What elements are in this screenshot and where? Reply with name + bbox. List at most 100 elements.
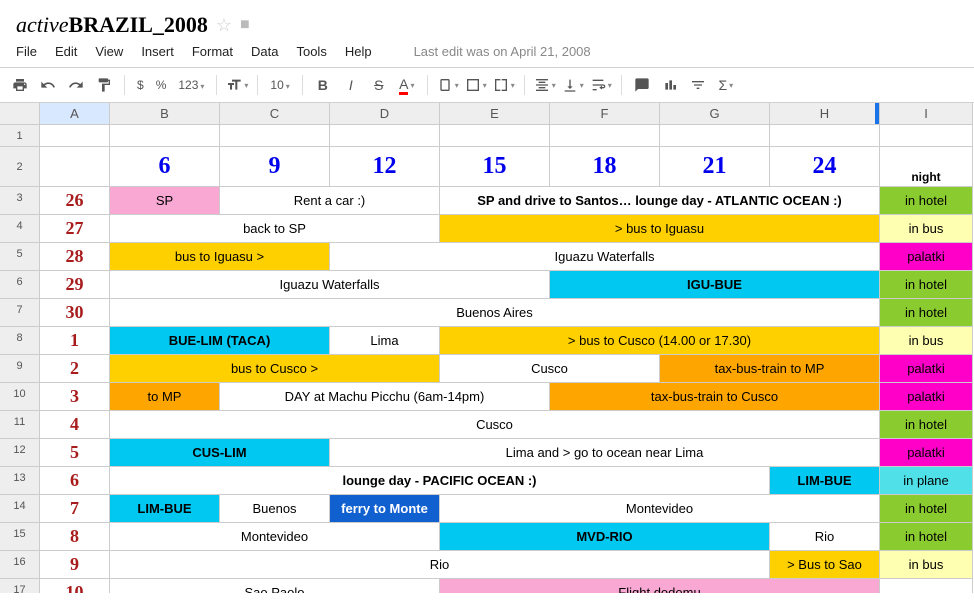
cell[interactable]: in hotel bbox=[880, 411, 973, 439]
font-family-dropdown[interactable] bbox=[225, 73, 249, 97]
functions-icon[interactable]: Σ bbox=[714, 73, 738, 97]
cell[interactable]: Rio bbox=[770, 523, 880, 551]
cell[interactable]: Cusco bbox=[110, 411, 880, 439]
cell[interactable]: Lima and > go to ocean near Lima bbox=[330, 439, 880, 467]
cell[interactable]: CUS-LIM bbox=[110, 439, 330, 467]
row-header-10[interactable]: 10 bbox=[0, 383, 40, 411]
paint-format-icon[interactable] bbox=[92, 73, 116, 97]
cell[interactable]: 2 bbox=[40, 355, 110, 383]
cell[interactable]: SP and drive to Santos… lounge day - ATL… bbox=[440, 187, 880, 215]
vertical-align-icon[interactable] bbox=[561, 73, 585, 97]
cell[interactable]: > bus to Cusco (14.00 or 17.30) bbox=[440, 327, 880, 355]
cell[interactable]: Rent a car :) bbox=[220, 187, 440, 215]
cell[interactable]: LIM-BUE bbox=[770, 467, 880, 495]
row-header-9[interactable]: 9 bbox=[0, 355, 40, 383]
strikethrough-icon[interactable]: S bbox=[367, 73, 391, 97]
row-header-14[interactable]: 14 bbox=[0, 495, 40, 523]
row-header-1[interactable]: 1 bbox=[0, 125, 40, 147]
cell[interactable]: lounge day - PACIFIC OCEAN :) bbox=[110, 467, 770, 495]
cell[interactable]: night bbox=[880, 147, 973, 187]
cell[interactable] bbox=[440, 125, 550, 147]
currency-button[interactable]: $ bbox=[133, 78, 148, 92]
row-header-11[interactable]: 11 bbox=[0, 411, 40, 439]
menu-data[interactable]: Data bbox=[251, 44, 278, 59]
cell[interactable] bbox=[880, 125, 973, 147]
cell[interactable]: 4 bbox=[40, 411, 110, 439]
cell[interactable]: to MP bbox=[110, 383, 220, 411]
cell[interactable]: palatki bbox=[880, 355, 973, 383]
cell[interactable]: 15 bbox=[440, 147, 550, 187]
menu-insert[interactable]: Insert bbox=[141, 44, 174, 59]
cell[interactable]: SP bbox=[110, 187, 220, 215]
column-header-E[interactable]: E bbox=[440, 103, 550, 125]
cell[interactable]: 6 bbox=[110, 147, 220, 187]
cell[interactable]: 21 bbox=[660, 147, 770, 187]
cell[interactable]: in hotel bbox=[880, 523, 973, 551]
folder-icon[interactable]: ■ bbox=[240, 16, 250, 34]
cell[interactable]: > Bus to Sao bbox=[770, 551, 880, 579]
cell[interactable]: Buenos bbox=[220, 495, 330, 523]
cell[interactable]: Lima bbox=[330, 327, 440, 355]
cell[interactable]: bus to Iguasu > bbox=[110, 243, 330, 271]
cell[interactable]: IGU-BUE bbox=[550, 271, 880, 299]
percent-button[interactable]: % bbox=[152, 78, 171, 92]
cell[interactable]: in bus bbox=[880, 327, 973, 355]
cell[interactable]: Rio bbox=[110, 551, 770, 579]
cell[interactable]: tax-bus-train to Cusco bbox=[550, 383, 880, 411]
text-wrap-icon[interactable] bbox=[589, 73, 613, 97]
cell[interactable]: in hotel bbox=[880, 299, 973, 327]
merge-cells-icon[interactable] bbox=[492, 73, 516, 97]
row-header-3[interactable]: 3 bbox=[0, 187, 40, 215]
print-icon[interactable] bbox=[8, 73, 32, 97]
cell[interactable]: in hotel bbox=[880, 495, 973, 523]
cell[interactable] bbox=[330, 125, 440, 147]
column-header-H[interactable]: H bbox=[770, 103, 880, 125]
cell[interactable]: 9 bbox=[220, 147, 330, 187]
menu-edit[interactable]: Edit bbox=[55, 44, 77, 59]
text-color-icon[interactable]: A bbox=[395, 73, 419, 97]
cell[interactable]: 3 bbox=[40, 383, 110, 411]
cell[interactable]: in bus bbox=[880, 551, 973, 579]
cell[interactable]: Iguazu Waterfalls bbox=[110, 271, 550, 299]
cell[interactable]: 28 bbox=[40, 243, 110, 271]
cell[interactable] bbox=[550, 125, 660, 147]
cell[interactable]: Cusco bbox=[440, 355, 660, 383]
cell[interactable] bbox=[110, 125, 220, 147]
cell[interactable]: DAY at Machu Picchu (6am-14pm) bbox=[220, 383, 550, 411]
cell[interactable]: Buenos Aires bbox=[110, 299, 880, 327]
row-header-17[interactable]: 17 bbox=[0, 579, 40, 593]
column-header-C[interactable]: C bbox=[220, 103, 330, 125]
cell[interactable] bbox=[770, 125, 880, 147]
menu-tools[interactable]: Tools bbox=[296, 44, 326, 59]
menu-file[interactable]: File bbox=[16, 44, 37, 59]
filter-icon[interactable] bbox=[686, 73, 710, 97]
document-title[interactable]: activeBRAZIL_2008 bbox=[16, 12, 208, 38]
row-header-2[interactable]: 2 bbox=[0, 147, 40, 187]
cell[interactable]: Flight dodomu bbox=[440, 579, 880, 593]
cell[interactable]: MVD-RIO bbox=[440, 523, 770, 551]
cell[interactable]: Iguazu Waterfalls bbox=[330, 243, 880, 271]
cell[interactable]: 5 bbox=[40, 439, 110, 467]
column-header-G[interactable]: G bbox=[660, 103, 770, 125]
column-header-B[interactable]: B bbox=[110, 103, 220, 125]
cell[interactable]: Montevideo bbox=[440, 495, 880, 523]
cell[interactable]: ferry to Monte bbox=[330, 495, 440, 523]
cell[interactable]: in hotel bbox=[880, 187, 973, 215]
row-header-12[interactable]: 12 bbox=[0, 439, 40, 467]
cell[interactable]: 12 bbox=[330, 147, 440, 187]
row-header-5[interactable]: 5 bbox=[0, 243, 40, 271]
column-header-I[interactable]: I bbox=[880, 103, 973, 125]
cell[interactable] bbox=[880, 579, 973, 593]
select-all-corner[interactable] bbox=[0, 103, 40, 125]
cell[interactable]: 1 bbox=[40, 327, 110, 355]
menu-view[interactable]: View bbox=[95, 44, 123, 59]
cell[interactable] bbox=[220, 125, 330, 147]
cell[interactable]: > bus to Iguasu bbox=[440, 215, 880, 243]
menu-help[interactable]: Help bbox=[345, 44, 372, 59]
cell[interactable]: Montevideo bbox=[110, 523, 440, 551]
row-header-16[interactable]: 16 bbox=[0, 551, 40, 579]
row-header-15[interactable]: 15 bbox=[0, 523, 40, 551]
cell[interactable]: 7 bbox=[40, 495, 110, 523]
font-size-dropdown[interactable]: 10 bbox=[266, 78, 293, 92]
cell[interactable]: 26 bbox=[40, 187, 110, 215]
